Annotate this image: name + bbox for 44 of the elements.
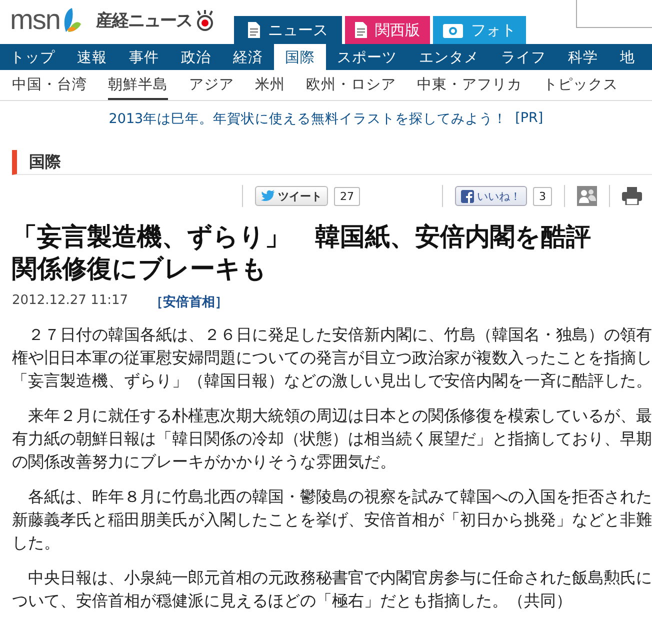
nav-tab[interactable]: 政治: [170, 44, 222, 70]
pr-label: [PR]: [515, 110, 544, 128]
document-icon: [354, 22, 367, 38]
nav-tab[interactable]: トップ: [0, 44, 66, 70]
brand-logo[interactable]: 産経ニュース: [96, 9, 192, 32]
msn-logo[interactable]: msn: [10, 6, 60, 34]
nav-tab[interactable]: 事件: [118, 44, 170, 70]
nav-tab[interactable]: スポーツ: [326, 44, 408, 70]
nav-tab[interactable]: 科学: [557, 44, 609, 70]
f-icon: [461, 190, 474, 202]
subnav-tab[interactable]: アジア: [189, 70, 234, 100]
bird-icon: [261, 190, 275, 202]
site-tab[interactable]: ニュース: [234, 16, 342, 44]
article-paragraph: 来年２月に就任する朴槿恵次期大統領の周辺は日本との関係修復を模索しているが、最有力紙の朝鮮日報は「韓日関係の冷却（状態）は相当続く展望だ」と指摘しており、早期の関係改善努力にブレーキがかかりそうな雰囲気だ。: [12, 405, 652, 473]
nav-tab[interactable]: 地: [609, 44, 646, 70]
article-date: 2012.12.27 11:17: [12, 293, 128, 310]
subnav-tab[interactable]: 中国・台湾: [12, 70, 87, 100]
like-count: 3: [533, 186, 552, 206]
article-paragraph: 中央日報は、小泉純一郎元首相の元政務秘書官で内閣官房参与に任命された飯島勲氏について、安倍首相が穏健派に見えるほどの「極右」だとも指摘した。（共同）: [12, 567, 652, 612]
nav-tab[interactable]: 速報: [66, 44, 118, 70]
search-field[interactable]: [576, 0, 652, 28]
article-paragraph: 各紙は、昨年８月に竹島北西の韓国・鬱陵島の視察を試みて韓国への入国を拒否された新藤義孝氏と稲田朋美氏が入閣したことを挙げ、安倍首相が「初日から挑発」などと非難した。: [12, 486, 652, 554]
site-tab[interactable]: 関西版: [344, 16, 430, 44]
camera-icon: [442, 22, 463, 38]
like-button[interactable]: いいね！: [455, 186, 527, 206]
print-icon[interactable]: [622, 187, 642, 205]
subnav-tab[interactable]: 中東・アフリカ: [417, 70, 522, 100]
subnav-tab[interactable]: 朝鮮半島: [108, 70, 168, 100]
section-title: 国際: [29, 152, 61, 172]
subnav-tab[interactable]: トピックス: [543, 70, 618, 100]
subnav-tab[interactable]: 欧州・ロシア: [306, 70, 396, 100]
nav-tab[interactable]: エンタメ: [408, 44, 490, 70]
people-icon[interactable]: [577, 186, 597, 206]
subnav-tab[interactable]: 米州: [255, 70, 285, 100]
document-icon: [248, 22, 260, 38]
promo-link[interactable]: 2013年は巳年。年賀状に使える無料イラストを探してみよう！: [108, 110, 508, 128]
tweet-count: 27: [334, 186, 360, 206]
topic-link[interactable]: ［安倍首相］: [150, 293, 228, 311]
nav-tab[interactable]: 国際: [274, 44, 326, 70]
nav-tab[interactable]: 経済: [222, 44, 274, 70]
tweet-button[interactable]: ツイート: [255, 186, 328, 206]
article-title: 「妄言製造機、ずらり」 韓国紙、安倍内閣を酷評 関係修復にブレーキも: [12, 221, 592, 285]
nav-tab[interactable]: ライフ: [490, 44, 557, 70]
article-paragraph: ２７日付の韓国各紙は、２６日に発足した安倍新内閣に、竹島（韓国名・独島）の領有権や旧日本軍の従軍慰安婦問題についての発言が目立つ政治家が複数入ったことを指摘し「妄言製造機、ずらり」（韓国日報）などの激しい見出しで安倍内閣を一斉に酷評した。: [12, 324, 652, 392]
